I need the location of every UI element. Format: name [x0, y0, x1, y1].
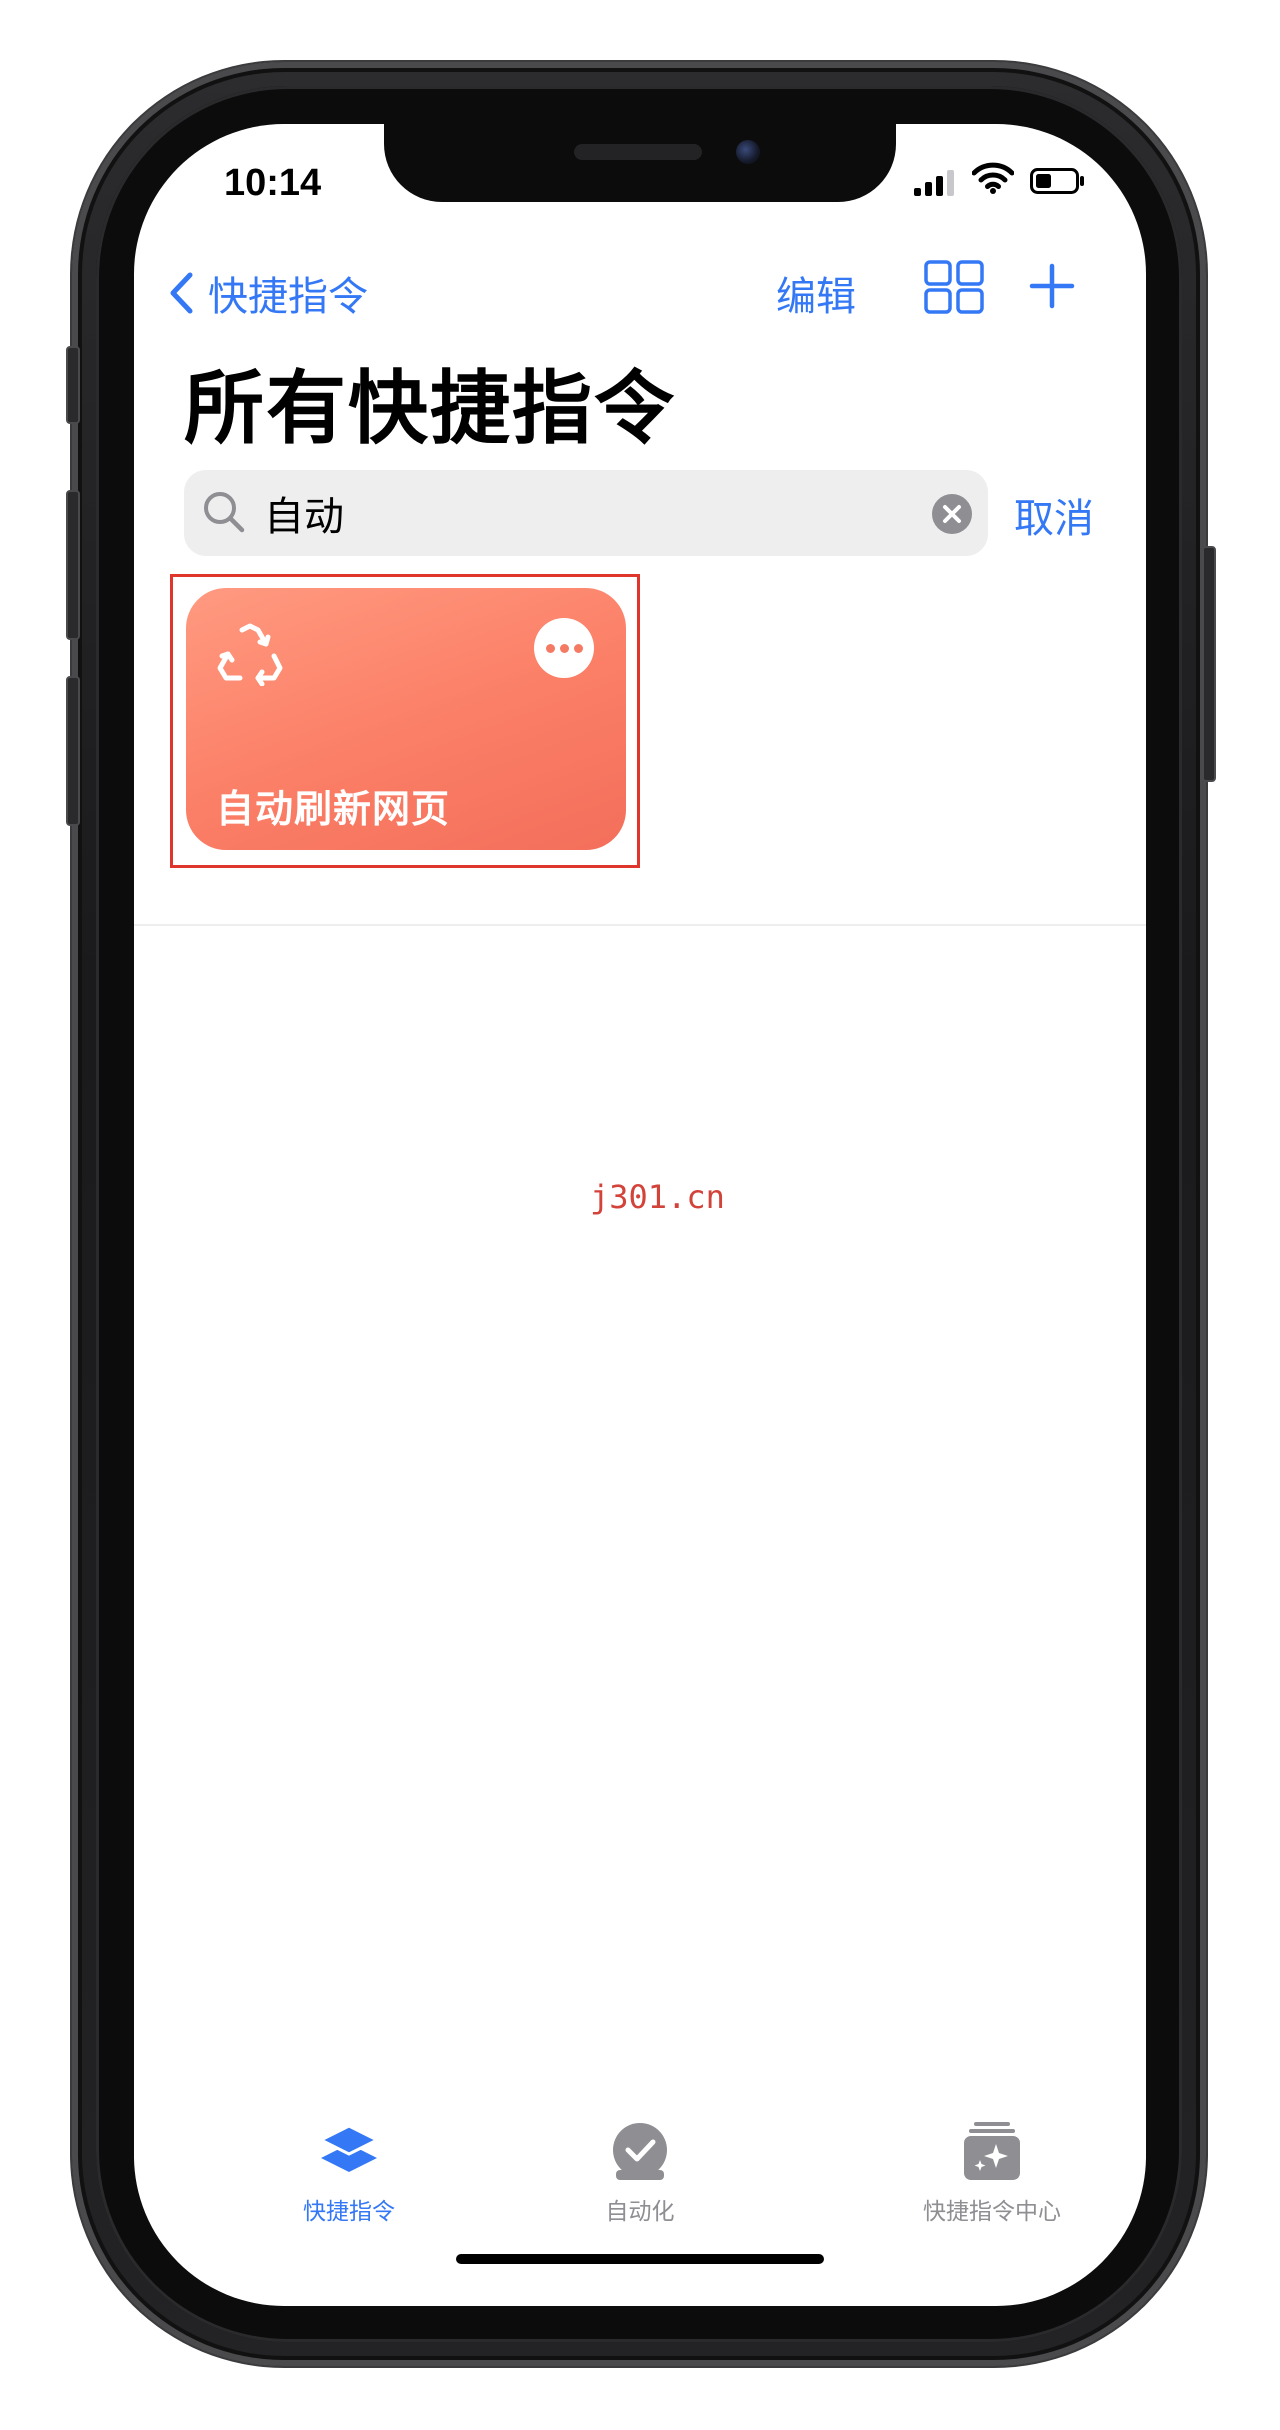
more-dot-icon: [545, 643, 555, 653]
phone-screen: 10:14 快捷指令 编辑 所有快捷指令 自动 取消 自动刷新网页 j301.c…: [134, 124, 1146, 2306]
volume-down-button: [66, 676, 80, 826]
volume-up-button: [66, 490, 80, 640]
clear-icon: [932, 494, 972, 534]
plus-icon: [1029, 263, 1075, 309]
status-time: 10:14: [224, 162, 322, 204]
grid-icon: [924, 260, 984, 314]
more-dot-icon: [559, 643, 569, 653]
more-options-button[interactable]: [534, 618, 594, 678]
tab-gallery[interactable]: 快捷指令中心: [872, 2120, 1112, 2226]
shortcut-title: 自动刷新网页: [216, 787, 451, 831]
more-dot-icon: [573, 643, 583, 653]
search-field[interactable]: [184, 470, 988, 556]
page-title: 所有快捷指令: [184, 362, 676, 455]
add-shortcut-button[interactable]: [1026, 260, 1078, 316]
wifi-icon: [972, 162, 1014, 194]
gallery-sparkle-icon: [964, 2122, 1020, 2180]
tab-shortcuts[interactable]: 快捷指令: [254, 2120, 444, 2226]
home-indicator[interactable]: [456, 2254, 824, 2264]
battery-icon: [1030, 168, 1084, 194]
tab-label-automation: 自动化: [605, 2199, 675, 2225]
back-label: 快捷指令: [208, 274, 368, 320]
shortcut-card[interactable]: 自动刷新网页: [186, 588, 626, 850]
tab-automation[interactable]: 自动化: [560, 2120, 720, 2226]
back-button[interactable]: 快捷指令: [168, 264, 368, 322]
chevron-left-icon: [170, 272, 193, 314]
layers-icon: [319, 2124, 379, 2172]
grid-view-button[interactable]: [924, 260, 984, 318]
tab-label-gallery: 快捷指令中心: [923, 2199, 1061, 2225]
edit-button[interactable]: 编辑: [776, 264, 856, 322]
front-camera: [736, 140, 760, 164]
cancel-button[interactable]: 取消: [1014, 486, 1094, 544]
cellular-signal-icon: [914, 170, 954, 196]
list-divider: [134, 924, 1146, 926]
recycle-icon: [217, 623, 283, 686]
earpiece-speaker: [574, 144, 702, 160]
mute-switch: [66, 346, 80, 424]
automation-check-icon: [613, 2123, 667, 2180]
clear-search-button[interactable]: [932, 494, 972, 538]
search-input[interactable]: [262, 480, 906, 546]
search-icon: [204, 492, 245, 533]
watermark: j301.cn: [590, 1178, 725, 1216]
notch: [384, 124, 896, 202]
power-button: [1202, 546, 1216, 782]
tab-label-shortcuts: 快捷指令: [303, 2199, 395, 2225]
